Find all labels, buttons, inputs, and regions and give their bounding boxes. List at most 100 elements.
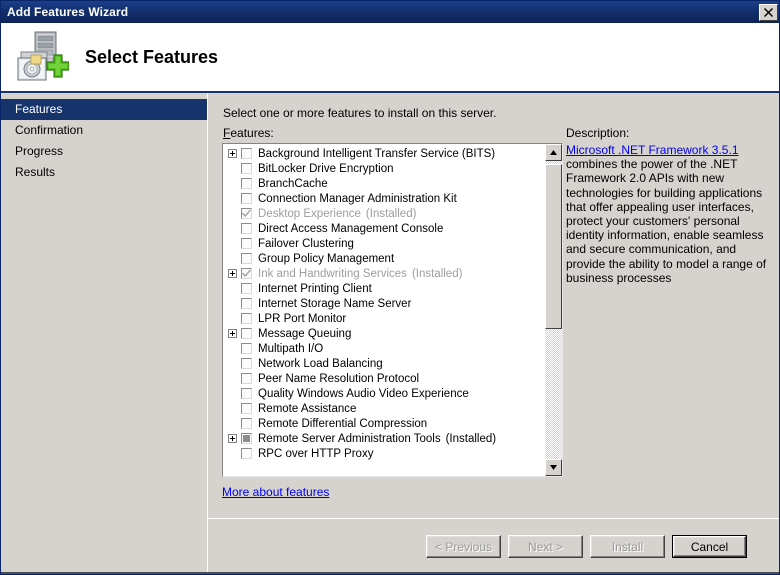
feature-checkbox[interactable] [241,433,252,444]
feature-row[interactable]: Desktop Experience (Installed) [223,206,545,221]
feature-row[interactable]: LPR Port Monitor [223,311,545,326]
feature-checkbox[interactable] [241,388,252,399]
feature-checkbox[interactable] [241,253,252,264]
feature-row[interactable]: Message Queuing [223,326,545,341]
previous-button-label: < Previous [434,539,493,554]
wizard-sidebar: Features Confirmation Progress Results [1,93,207,574]
feature-row[interactable]: Failover Clustering [223,236,545,251]
install-button[interactable]: Install [590,535,665,558]
feature-row[interactable]: Background Intelligent Transfer Service … [223,146,545,161]
cancel-button-label: Cancel [673,536,746,557]
cancel-button[interactable]: Cancel [672,535,747,558]
feature-row[interactable]: Internet Storage Name Server [223,296,545,311]
feature-label: LPR Port Monitor [258,312,347,325]
feature-checkbox[interactable] [241,208,252,219]
expand-plus-icon[interactable] [228,269,237,278]
feature-checkbox[interactable] [241,178,252,189]
feature-checkbox[interactable] [241,223,252,234]
feature-checkbox[interactable] [241,148,252,159]
feature-row[interactable]: Direct Access Management Console [223,221,545,236]
feature-row[interactable]: Network Load Balancing [223,356,545,371]
close-icon [764,7,773,17]
features-list-label: Features: [223,126,274,140]
feature-label: Internet Printing Client [258,282,372,295]
add-features-server-icon [11,28,70,86]
feature-checkbox[interactable] [241,238,252,249]
page-title: Select Features [85,46,219,67]
feature-label: Quality Windows Audio Video Experience [258,387,469,400]
scrollbar-up-button[interactable] [545,144,562,161]
feature-row[interactable]: Internet Printing Client [223,281,545,296]
feature-checkbox[interactable] [241,328,252,339]
feature-checkbox[interactable] [241,343,252,354]
feature-row[interactable]: BitLocker Drive Encryption [223,161,545,176]
instruction-text: Select one or more features to install o… [223,106,497,120]
expand-plus-icon[interactable] [228,434,237,443]
install-button-label: Install [611,539,644,554]
scrollbar-thumb[interactable] [545,164,562,329]
feature-label: Background Intelligent Transfer Service … [258,147,496,160]
sidebar-item-results[interactable]: Results [1,162,207,183]
add-features-wizard-window: Add Features Wizard Select Features Feat… [0,0,780,575]
sidebar-item-progress[interactable]: Progress [1,141,207,162]
sidebar-item-confirmation[interactable]: Confirmation [1,120,207,141]
feature-checkbox[interactable] [241,373,252,384]
feature-checkbox[interactable] [241,418,252,429]
feature-row[interactable]: Peer Name Resolution Protocol [223,371,545,386]
expand-plus-icon[interactable] [228,329,237,338]
feature-row[interactable]: BranchCache [223,176,545,191]
description-body-text: combines the power of the .NET Framework… [566,157,767,285]
feature-label: Remote Differential Compression [258,417,428,430]
feature-label: Ink and Handwriting Services [258,267,407,280]
checkmark-icon [242,269,251,277]
feature-checkbox[interactable] [241,268,252,279]
feature-checkbox[interactable] [241,163,252,174]
features-scrollbar[interactable] [545,144,562,476]
sidebar-item-features[interactable]: Features [1,99,207,120]
more-about-features-link[interactable]: More about features [222,485,329,499]
features-list-rows: Background Intelligent Transfer Service … [223,144,545,476]
next-button-label: Next > [527,539,563,554]
feature-row[interactable]: Connection Manager Administration Kit [223,191,545,206]
feature-row[interactable]: Remote Differential Compression [223,416,545,431]
feature-checkbox[interactable] [241,193,252,204]
expand-plus-icon[interactable] [228,149,237,158]
feature-checkbox[interactable] [241,313,252,324]
wizard-header: Select Features [1,23,779,91]
scrollbar-down-button[interactable] [545,459,562,476]
feature-label: Failover Clustering [258,237,354,250]
feature-label: Remote Assistance [258,402,357,415]
feature-row[interactable]: Remote Assistance [223,401,545,416]
feature-row[interactable]: Remote Server Administration Tools (Insta… [223,431,545,446]
feature-row[interactable]: Quality Windows Audio Video Experience [223,386,545,401]
feature-row[interactable]: Group Policy Management [223,251,545,266]
feature-row[interactable]: Ink and Handwriting Services (Installed) [223,266,545,281]
feature-checkbox[interactable] [241,448,252,459]
feature-label: Connection Manager Administration Kit [258,192,457,205]
feature-checkbox[interactable] [241,358,252,369]
feature-row[interactable]: Multipath I/O [223,341,545,356]
feature-checkbox[interactable] [241,283,252,294]
feature-checkbox[interactable] [241,298,252,309]
description-link[interactable]: Microsoft .NET Framework 3.5.1 [566,143,739,157]
previous-button[interactable]: < Previous [426,535,501,558]
feature-checkbox[interactable] [241,403,252,414]
feature-row[interactable]: RPC over HTTP Proxy [223,446,545,461]
close-button[interactable] [759,3,778,21]
features-listbox[interactable]: Background Intelligent Transfer Service … [222,143,563,477]
features-label-rest: eatures: [230,126,274,140]
sidebar-item-label: Features [15,102,63,116]
scroll-up-arrow-icon [550,150,557,155]
next-button[interactable]: Next > [508,535,583,558]
feature-label: Group Policy Management [258,252,395,265]
